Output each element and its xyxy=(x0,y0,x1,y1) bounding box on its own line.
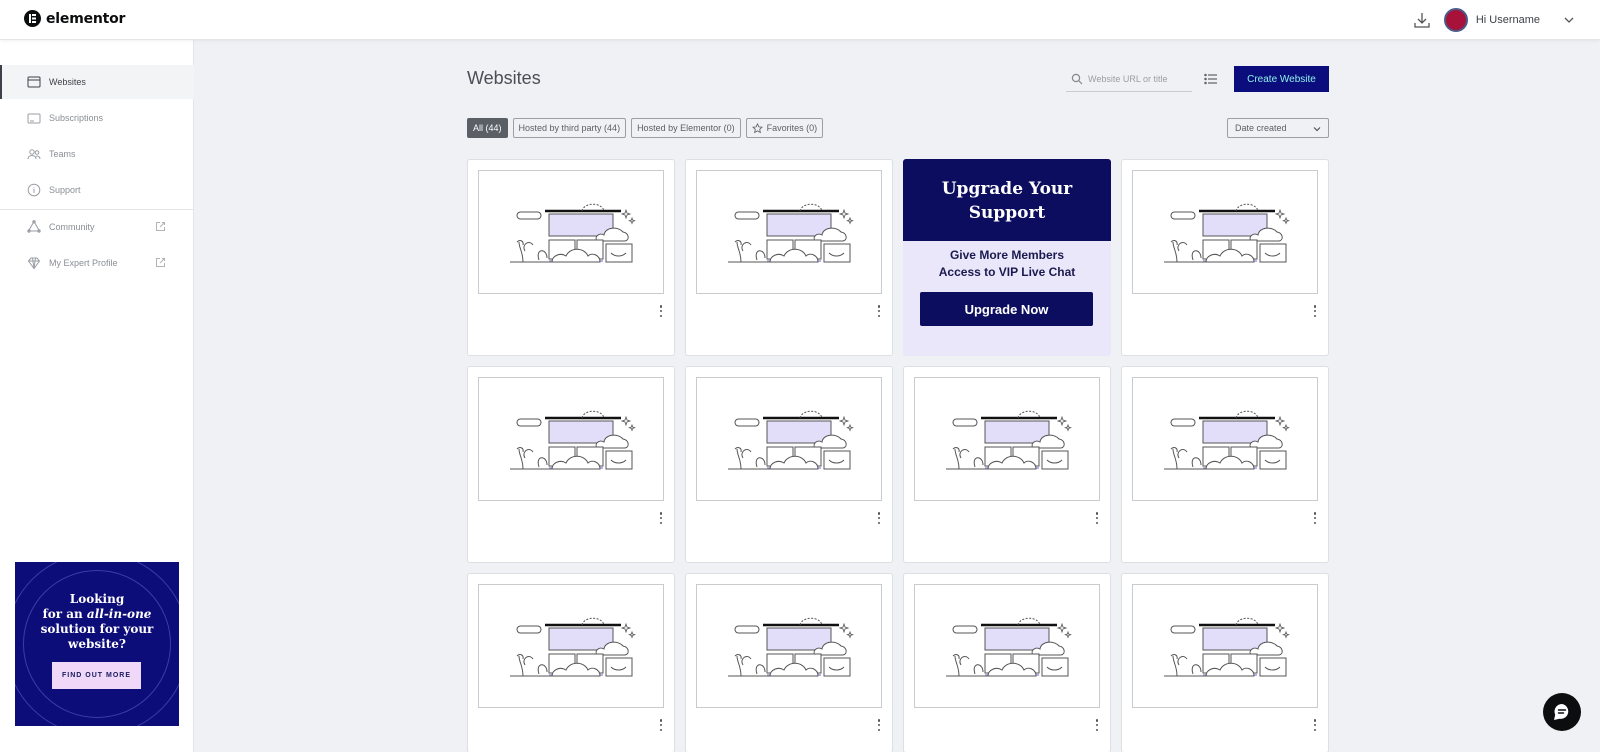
sidebar-item-websites[interactable]: Websites xyxy=(0,65,194,99)
sidebar: Websites Subscriptions Teams Support Com… xyxy=(0,40,194,752)
website-illustration xyxy=(728,410,854,470)
list-view-icon[interactable] xyxy=(1204,72,1218,86)
top-bar: elementor Hi Username xyxy=(0,0,1600,40)
website-card[interactable] xyxy=(1121,366,1329,563)
upgrade-card-title: Upgrade Your Support xyxy=(903,159,1111,241)
sidebar-item-subscriptions[interactable]: Subscriptions xyxy=(0,101,194,135)
live-chat-button[interactable] xyxy=(1543,693,1581,731)
website-card[interactable] xyxy=(467,366,675,563)
more-options-icon[interactable] xyxy=(1312,304,1318,318)
create-website-button[interactable]: Create Website xyxy=(1234,66,1329,92)
more-options-icon[interactable] xyxy=(1094,718,1100,732)
filter-chips: All (44) Hosted by third party (44) Host… xyxy=(467,118,824,138)
website-thumbnail[interactable] xyxy=(1132,584,1318,708)
website-thumbnail[interactable] xyxy=(1132,377,1318,501)
website-illustration xyxy=(510,617,636,677)
search-field[interactable] xyxy=(1066,66,1192,92)
user-greeting[interactable]: Hi Username xyxy=(1476,14,1540,26)
website-thumbnail[interactable] xyxy=(696,170,882,294)
more-options-icon[interactable] xyxy=(658,718,664,732)
sidebar-item-label: Community xyxy=(49,222,95,232)
sidebar-item-expert-profile[interactable]: My Expert Profile xyxy=(0,246,194,280)
more-options-icon[interactable] xyxy=(1094,511,1100,525)
website-thumbnail[interactable] xyxy=(1132,170,1318,294)
external-link-icon xyxy=(156,222,165,231)
more-options-icon[interactable] xyxy=(876,511,882,525)
filter-all[interactable]: All (44) xyxy=(467,118,508,138)
more-options-icon[interactable] xyxy=(658,304,664,318)
sort-dropdown[interactable]: Date created xyxy=(1227,118,1329,138)
sidebar-item-teams[interactable]: Teams xyxy=(0,137,194,171)
more-options-icon[interactable] xyxy=(1312,511,1318,525)
upgrade-support-card: Upgrade Your Support Give More Members A… xyxy=(903,159,1111,356)
website-illustration xyxy=(1164,410,1290,470)
sidebar-item-label: Websites xyxy=(49,77,86,87)
community-icon xyxy=(27,220,41,233)
logo-text: elementor xyxy=(46,10,126,27)
sort-selected-value: Date created xyxy=(1235,123,1287,133)
search-icon xyxy=(1071,73,1083,84)
website-thumbnail[interactable] xyxy=(478,584,664,708)
sidebar-item-support[interactable]: Support xyxy=(0,173,194,207)
diamond-icon xyxy=(27,257,41,270)
more-options-icon[interactable] xyxy=(876,304,882,318)
chevron-down-icon[interactable] xyxy=(1562,13,1576,27)
avatar[interactable] xyxy=(1443,8,1468,32)
website-card[interactable] xyxy=(903,366,1111,563)
website-card[interactable] xyxy=(467,573,675,752)
chat-icon xyxy=(1554,704,1569,720)
promo-headline: Looking for an all-in-one solution for y… xyxy=(40,592,154,651)
website-card[interactable] xyxy=(903,573,1111,752)
elementor-logo[interactable]: elementor xyxy=(24,10,125,27)
website-illustration xyxy=(510,410,636,470)
star-icon xyxy=(751,122,763,133)
website-card[interactable] xyxy=(685,159,893,356)
search-input[interactable] xyxy=(1088,73,1188,84)
website-thumbnail[interactable] xyxy=(696,584,882,708)
more-options-icon[interactable] xyxy=(876,718,882,732)
filter-favorites[interactable]: Favorites (0) xyxy=(745,118,824,138)
website-card[interactable] xyxy=(1121,159,1329,356)
chevron-down-icon xyxy=(1313,127,1321,132)
external-link-icon xyxy=(156,258,165,267)
filter-hosted-elementor[interactable]: Hosted by Elementor (0) xyxy=(631,118,741,138)
download-icon[interactable] xyxy=(1412,10,1432,30)
sidebar-item-label: Support xyxy=(49,185,81,195)
find-out-more-button[interactable]: FIND OUT MORE xyxy=(52,662,141,689)
website-thumbnail[interactable] xyxy=(478,377,664,501)
browser-window-icon xyxy=(27,76,41,88)
info-icon xyxy=(27,183,41,197)
upgrade-now-button[interactable]: Upgrade Now xyxy=(920,292,1093,326)
website-thumbnail[interactable] xyxy=(696,377,882,501)
users-icon xyxy=(27,149,41,160)
website-thumbnail[interactable] xyxy=(914,377,1100,501)
website-card[interactable] xyxy=(685,366,893,563)
website-illustration xyxy=(728,203,854,263)
website-thumbnail[interactable] xyxy=(478,170,664,294)
website-illustration xyxy=(1164,203,1290,263)
upgrade-card-subtitle: Give More Members Access to VIP Live Cha… xyxy=(938,248,1076,279)
filter-hosted-third-party[interactable]: Hosted by third party (44) xyxy=(512,118,627,138)
website-illustration xyxy=(1164,617,1290,677)
elementor-logo-icon xyxy=(24,10,41,27)
website-illustration xyxy=(510,203,636,263)
website-illustration xyxy=(946,617,1072,677)
more-options-icon[interactable] xyxy=(1312,718,1318,732)
card-icon xyxy=(27,113,41,124)
all-in-one-promo-banner[interactable]: Looking for an all-in-one solution for y… xyxy=(15,562,179,726)
website-illustration xyxy=(728,617,854,677)
more-options-icon[interactable] xyxy=(658,511,664,525)
sidebar-item-label: My Expert Profile xyxy=(49,258,118,268)
website-card[interactable] xyxy=(467,159,675,356)
sidebar-item-label: Teams xyxy=(49,149,76,159)
website-thumbnail[interactable] xyxy=(914,584,1100,708)
sidebar-item-community[interactable]: Community xyxy=(0,210,194,244)
page-title: Websites xyxy=(467,68,541,88)
website-card[interactable] xyxy=(685,573,893,752)
website-illustration xyxy=(946,410,1072,470)
website-card[interactable] xyxy=(1121,573,1329,752)
sidebar-item-label: Subscriptions xyxy=(49,113,104,123)
